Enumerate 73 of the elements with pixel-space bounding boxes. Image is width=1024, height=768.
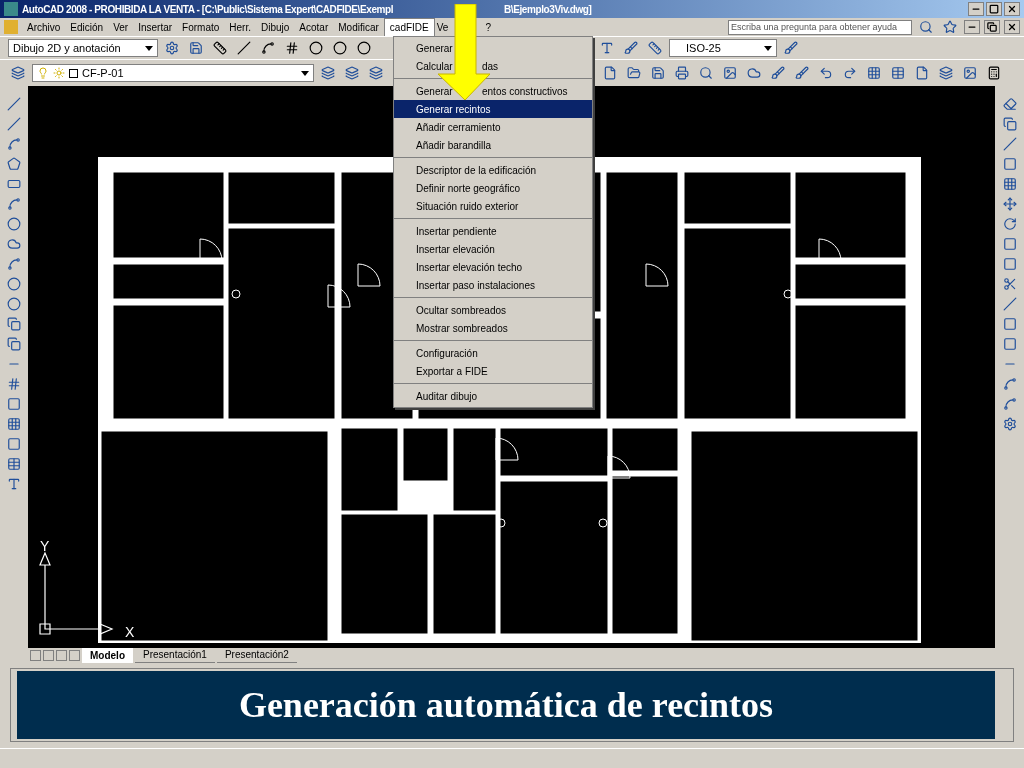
window-title: B\Ejemplo3Viv.dwg]	[504, 2, 592, 17]
menu-option[interactable]: Generar recintos	[394, 100, 592, 118]
menu-option[interactable]: Insertar elevación	[394, 240, 592, 258]
tab-scroll-button[interactable]	[30, 649, 41, 661]
menu-option[interactable]: Añadir barandilla	[394, 136, 592, 154]
door-swing	[607, 455, 631, 479]
caption-title: Generación automática de recintos	[238, 684, 774, 727]
door-swing	[357, 263, 381, 287]
restore-button[interactable]	[984, 20, 1000, 34]
close-icon	[1007, 22, 1017, 32]
menu-item[interactable]: Ve	[434, 18, 451, 36]
room	[611, 427, 679, 472]
layout-tab[interactable]: Presentación2	[216, 647, 297, 663]
menu-option[interactable]: Insertar elevación techo	[394, 258, 592, 276]
doc-icon	[4, 20, 18, 34]
menu-option[interactable]: Insertar paso instalaciones	[394, 276, 592, 294]
layer-name: CF-P-01	[82, 65, 124, 81]
menu-option[interactable]: Ocultar sombreados	[394, 301, 592, 319]
close-icon	[1007, 4, 1017, 14]
close-button[interactable]	[1004, 20, 1020, 34]
layout-tab[interactable]: Presentación1	[135, 647, 215, 663]
menu-option[interactable]: Insertar pendiente	[394, 222, 592, 240]
minimize-button[interactable]	[964, 20, 980, 34]
minimize-button[interactable]	[968, 2, 984, 16]
restore-icon	[987, 22, 997, 32]
menu-option[interactable]: Generar	[394, 39, 592, 57]
sun-icon	[53, 67, 65, 79]
menu-item[interactable]: Insertar	[133, 18, 178, 36]
menu-option[interactable]: Descriptor de la edificación	[394, 161, 592, 179]
menu-item[interactable]: Dibujo	[256, 18, 295, 36]
window-title: AutoCAD 2008 - PROHIBIDA LA VENTA - [C:\Public\Sistema Expert\CADFIDE\Exempl	[22, 2, 394, 17]
dropdown-caret-icon[interactable]	[764, 45, 772, 51]
maximize-button[interactable]	[986, 2, 1002, 16]
menu-item[interactable]: Formato	[177, 18, 225, 36]
help-search-field[interactable]: Escriba una pregunta para obtener ayuda	[728, 19, 912, 35]
y-axis-label: Y	[40, 537, 50, 556]
color-swatch-icon	[69, 68, 78, 78]
menu-option[interactable]: Añadir cerramiento	[394, 118, 592, 136]
workspace-combo[interactable]: Dibujo 2D y anotación	[8, 39, 158, 57]
room	[402, 427, 449, 482]
menu-item[interactable]: Archivo	[22, 18, 66, 36]
app-icon	[4, 2, 18, 16]
close-button[interactable]	[1004, 2, 1020, 16]
menu-item[interactable]: Herr.	[224, 18, 256, 36]
door-swing	[327, 284, 351, 308]
menu-option[interactable]: Mostrar sombreados	[394, 319, 592, 337]
tab-scroll-button[interactable]	[43, 649, 54, 661]
layer-combo[interactable]: CF-P-01	[32, 64, 314, 82]
lightbulb-icon	[37, 67, 49, 79]
door-swing	[495, 437, 519, 461]
menu-item[interactable]: Ver	[108, 18, 134, 36]
dropdown-caret-icon[interactable]	[145, 45, 153, 51]
fixture	[598, 518, 608, 528]
menu-item[interactable]: Edición	[65, 18, 109, 36]
menu-item[interactable]: ?	[480, 18, 496, 36]
menu-option[interactable]: Generar entos constructivos	[394, 82, 592, 100]
menu-option[interactable]: Configuración	[394, 344, 592, 362]
maximize-icon	[989, 4, 999, 14]
fixture	[783, 289, 793, 299]
dimension-style-combo[interactable]: ISO-25	[669, 39, 777, 57]
menu-item[interactable]: Modificar	[333, 18, 384, 36]
menu-option[interactable]: Situación ruido exterior	[394, 197, 592, 215]
menu-option[interactable]: Calcular das	[394, 57, 592, 75]
menu-option[interactable]: Auditar dibujo	[394, 387, 592, 405]
menu-option[interactable]: Exportar a FIDE	[394, 362, 592, 380]
fixture	[231, 289, 241, 299]
x-axis-label: X	[125, 623, 135, 642]
tab-scroll-button[interactable]	[69, 649, 80, 661]
dropdown-caret-icon[interactable]	[301, 70, 309, 76]
menu-item[interactable]: Acotar	[294, 18, 334, 36]
door-swing	[645, 263, 669, 287]
menu-option[interactable]: Definir norte geográfico	[394, 179, 592, 197]
tab-scroll-button[interactable]	[56, 649, 67, 661]
